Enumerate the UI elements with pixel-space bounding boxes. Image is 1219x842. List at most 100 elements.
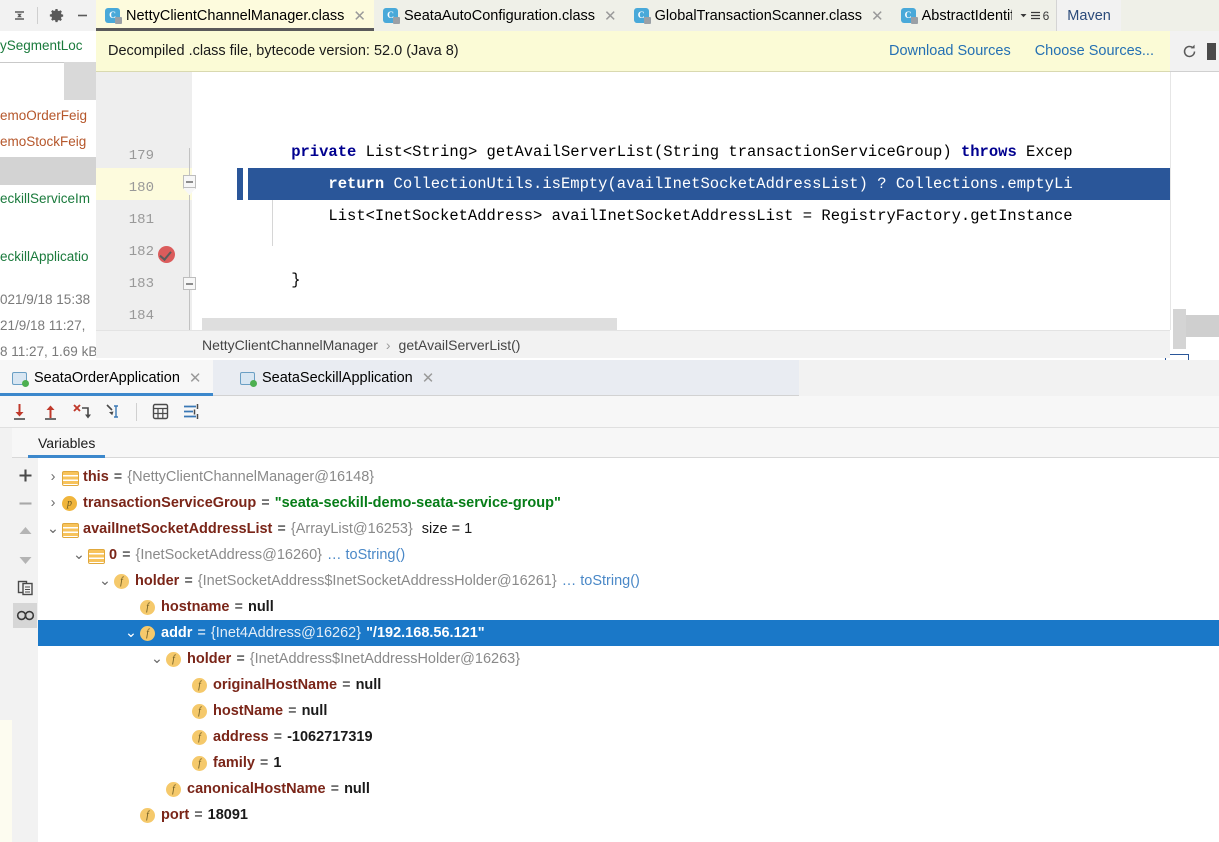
add-watch-icon[interactable] (13, 463, 37, 488)
editor-tab-global-transaction-scanner[interactable]: C GlobalTransactionScanner.class ✕ (624, 0, 892, 31)
field-icon: f (140, 599, 155, 615)
class-icon: C (633, 8, 651, 24)
variables-tab-label: Variables (38, 435, 96, 451)
chevron-down-icon[interactable]: ⌄ (122, 620, 140, 646)
ide-window: ySegmentLoc emoOrderFeig emoStockFeig ec… (0, 0, 1219, 842)
close-icon[interactable]: ✕ (422, 369, 435, 387)
collapse-all-icon[interactable] (7, 4, 31, 28)
close-icon[interactable]: ✕ (189, 369, 202, 387)
variable-ref: {InetSocketAddress@16260} (135, 547, 322, 563)
variable-row-index-0[interactable]: ⌄ 0 = {InetSocketAddress@16260} … toStri… (38, 542, 1219, 568)
breadcrumb-method[interactable]: getAvailServerList() (399, 337, 521, 353)
tab-variables[interactable]: Variables (24, 428, 109, 458)
field-icon: f (192, 703, 207, 719)
editor-tab-seata-auto-configuration[interactable]: C SeataAutoConfiguration.class ✕ (374, 0, 625, 31)
fold-box-183[interactable] (183, 277, 196, 290)
breadcrumb-class[interactable]: NettyClientChannelManager (202, 337, 378, 353)
run-to-cursor-icon[interactable] (100, 399, 125, 424)
minimize-icon[interactable] (70, 4, 94, 28)
tostring-link[interactable]: … toString() (562, 573, 640, 589)
field-icon: f (192, 755, 207, 771)
variable-row-holder-inner[interactable]: ⌄ f holder = {InetAddress$InetAddressHol… (38, 646, 1219, 672)
chevron-right-icon[interactable]: › (44, 464, 62, 490)
variable-row-canonicalhostname[interactable]: f canonicalHostName = null (38, 776, 1219, 802)
top-bar: C NettyClientChannelManager.class ✕ C Se… (0, 0, 1219, 31)
close-icon[interactable]: ✕ (871, 7, 884, 25)
refresh-icon[interactable] (1177, 39, 1201, 63)
editor-tab-label: SeataAutoConfiguration.class (404, 7, 596, 24)
variable-row-hostname-inner[interactable]: f hostName = null (38, 698, 1219, 724)
line-number-180: 180 (128, 180, 154, 196)
chevron-right-icon[interactable]: › (44, 490, 62, 516)
copy-value-icon[interactable] (13, 575, 37, 600)
chevron-down-icon[interactable]: ⌄ (44, 516, 62, 542)
background-selected-row (0, 157, 96, 185)
editor-tab-netty-client-channel-manager[interactable]: C NettyClientChannelManager.class ✕ (96, 0, 374, 31)
background-text-7: 8 11:27, 1.69 kB (0, 344, 96, 359)
tostring-link[interactable]: … toString() (327, 547, 405, 563)
variable-row-availinetsocketaddresslist[interactable]: ⌄ availInetSocketAddressList = {ArrayLis… (38, 516, 1219, 542)
background-text-5: 021/9/18 15:38 (0, 292, 91, 307)
chevron-down-icon[interactable]: ⌄ (148, 646, 166, 672)
variable-row-holder-outer[interactable]: ⌄ f holder = {InetSocketAddress$InetSock… (38, 568, 1219, 594)
chevron-down-icon[interactable]: ⌄ (96, 568, 114, 594)
tab-overflow-button[interactable]: 6 (1011, 0, 1057, 31)
settings-list-icon[interactable] (179, 399, 204, 424)
variable-value: -1062717319 (287, 729, 373, 745)
code-line-181: List<InetSocketAddress> availInetSocketA… (254, 207, 1073, 225)
fold-guide (189, 195, 190, 278)
maven-tool-tab[interactable]: Maven (1056, 0, 1121, 31)
variable-name: holder (135, 573, 180, 589)
download-sources-link[interactable]: Download Sources (889, 43, 1011, 59)
fold-box-180[interactable] (183, 175, 196, 188)
editor-tab-abstract-identify-r[interactable]: C AbstractIdentifyR (891, 0, 1012, 31)
variable-name: port (161, 807, 190, 823)
chevron-down-icon[interactable]: ⌄ (70, 542, 88, 568)
breadcrumb[interactable]: NettyClientChannelManager › getAvailServ… (96, 330, 1170, 358)
variable-row-hostname[interactable]: f hostname = null (38, 594, 1219, 620)
move-up-icon[interactable] (13, 519, 37, 544)
editor-tab-label: GlobalTransactionScanner.class (654, 7, 863, 24)
watches-icon[interactable] (13, 603, 37, 628)
chevron-down-icon (1020, 14, 1027, 18)
code-line-180: private List<String> getAvailServerList(… (254, 143, 1073, 161)
breakpoint-icon[interactable] (158, 246, 175, 263)
step-out-icon[interactable] (38, 399, 63, 424)
variable-row-family[interactable]: f family = 1 (38, 750, 1219, 776)
editor-marker-gutter[interactable]: › › (1165, 72, 1219, 424)
variable-value: null (301, 703, 328, 719)
remove-watch-icon[interactable] (13, 491, 37, 516)
force-step-into-icon[interactable] (69, 399, 94, 424)
breadcrumb-separator-icon: › (385, 336, 391, 353)
variable-row-transactionservicegroup[interactable]: › p transactionServiceGroup = "seata-sec… (38, 490, 1219, 516)
move-down-icon[interactable] (13, 547, 37, 572)
close-icon[interactable]: ✕ (353, 7, 366, 25)
variable-name: this (83, 469, 109, 485)
tab-overflow-count: 6 (1042, 8, 1050, 23)
variable-name: canonicalHostName (187, 781, 326, 797)
variable-name: addr (161, 625, 193, 641)
variable-name: transactionServiceGroup (83, 495, 257, 511)
variables-side-toolbar (12, 458, 38, 842)
debug-session-tab-seata-seckill-application[interactable]: SeataSeckillApplication ✕ (228, 360, 446, 396)
choose-sources-link[interactable]: Choose Sources... (1035, 43, 1154, 59)
equals-sign: = (330, 781, 340, 797)
variable-row-addr[interactable]: ⌄ f addr = {Inet4Address@16262} "/192.16… (38, 620, 1219, 646)
code-editor[interactable]: return CollectionUtils.isEmpty(availInet… (96, 72, 1219, 330)
variable-row-this[interactable]: › this = {NettyClientChannelManager@1614… (38, 464, 1219, 490)
step-into-icon[interactable] (7, 399, 32, 424)
variable-row-address[interactable]: f address = -1062717319 (38, 724, 1219, 750)
close-icon[interactable]: ✕ (604, 7, 617, 25)
variable-name: holder (187, 651, 232, 667)
variable-row-originalhostname[interactable]: f originalHostName = null (38, 672, 1219, 698)
evaluate-expression-icon[interactable] (148, 399, 173, 424)
equals-sign: = (184, 573, 193, 589)
variable-row-port[interactable]: f port = 18091 (38, 802, 1219, 828)
debug-session-tab-seata-order-application[interactable]: SeataOrderApplication ✕ (0, 360, 214, 396)
settings-gear-icon[interactable] (44, 4, 68, 28)
editor-scrollbar-thumb[interactable] (1173, 309, 1186, 349)
variables-tree[interactable]: › this = {NettyClientChannelManager@1614… (38, 458, 1219, 842)
